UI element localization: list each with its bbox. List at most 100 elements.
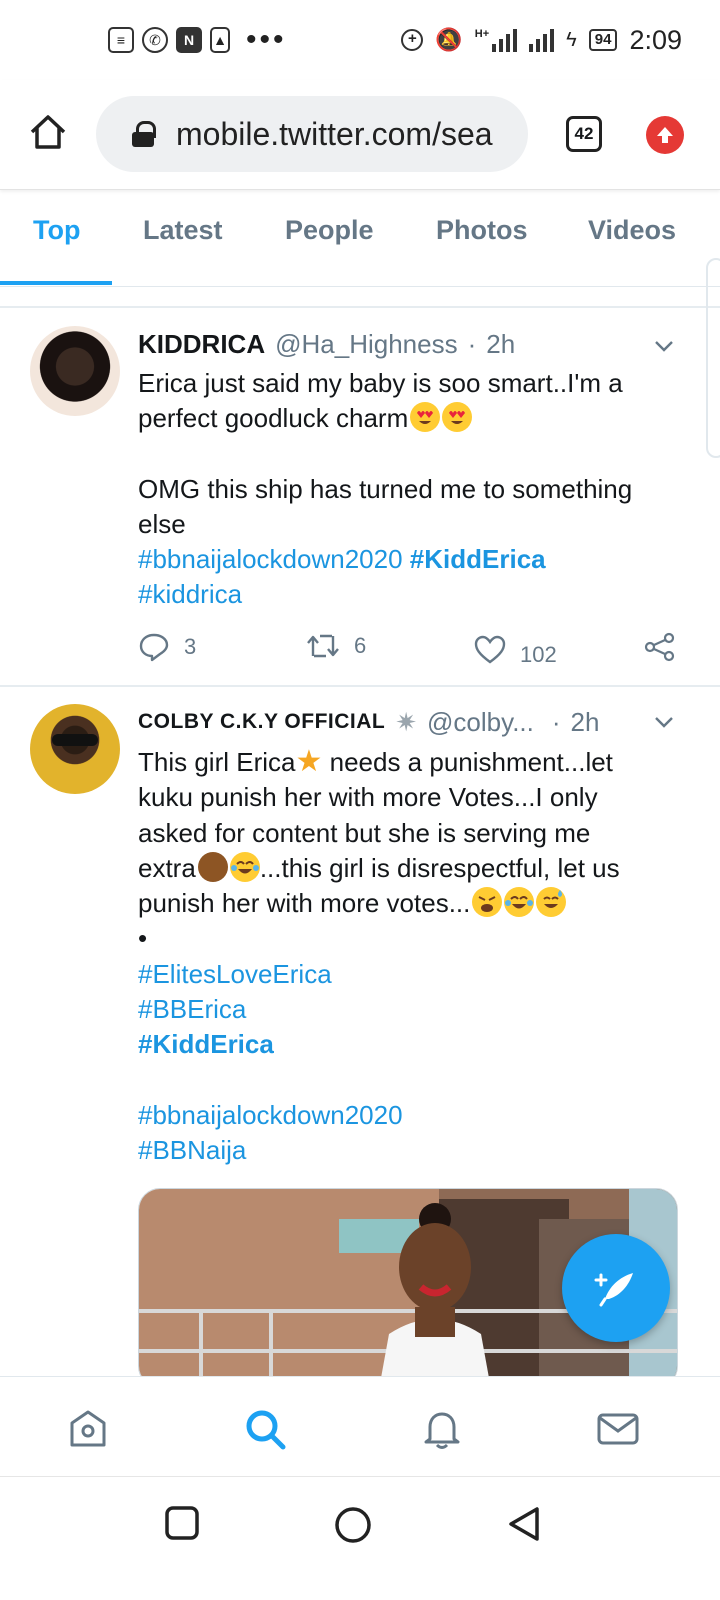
arrow-up-icon bbox=[657, 127, 673, 143]
address-bar[interactable]: mobile.twitter.com/sea bbox=[96, 96, 528, 172]
hashtag-line: #bbnaijalockdown2020 #KiddErica bbox=[138, 542, 668, 577]
divider bbox=[0, 306, 720, 308]
avatar[interactable] bbox=[30, 704, 120, 794]
whatsapp-icon: ✆ bbox=[142, 27, 168, 53]
n-app-icon: N bbox=[176, 27, 202, 53]
tweet-line: This girl Erica bbox=[138, 747, 296, 777]
clock: 2:09 bbox=[629, 24, 682, 55]
avatar[interactable] bbox=[30, 326, 120, 416]
battery-level: 94 bbox=[588, 29, 618, 51]
notifications-icon[interactable] bbox=[420, 1407, 464, 1451]
tears-of-joy-emoji-icon bbox=[229, 851, 260, 882]
search-icon[interactable] bbox=[243, 1407, 287, 1451]
notes-icon: ≡ bbox=[108, 27, 134, 53]
badge-icon: ✷ bbox=[395, 706, 418, 737]
hashtag-link[interactable]: #BBErica bbox=[138, 994, 246, 1024]
browser-toolbar: mobile.twitter.com/sea 42 bbox=[0, 80, 720, 190]
retweet-button[interactable]: 6 bbox=[306, 632, 366, 660]
tab-videos[interactable]: Videos bbox=[588, 215, 676, 246]
messages-icon[interactable] bbox=[596, 1407, 640, 1451]
back-icon[interactable] bbox=[506, 1505, 542, 1543]
alert-icon: ▲ bbox=[210, 27, 230, 53]
home-icon[interactable] bbox=[66, 1407, 110, 1451]
hashtag-link[interactable]: #kiddrica bbox=[138, 579, 242, 609]
weary-emoji-icon bbox=[472, 887, 503, 918]
share-icon bbox=[644, 632, 675, 662]
user-handle[interactable]: @colby... bbox=[427, 707, 534, 738]
search-tabs: Top Latest People Photos Videos bbox=[0, 191, 720, 287]
recents-icon[interactable] bbox=[164, 1505, 200, 1541]
data-saver-icon: + bbox=[401, 29, 424, 51]
tweet-divider bbox=[0, 685, 720, 687]
browser-home-icon[interactable] bbox=[28, 112, 68, 152]
tweet-line-with-emoji: punish her with more votes... bbox=[138, 886, 668, 921]
lock-icon bbox=[132, 121, 156, 147]
tweet-line: needs a punishment...let bbox=[322, 747, 613, 777]
system-navigation-bar bbox=[0, 1476, 720, 1600]
tweet-time[interactable]: 2h bbox=[571, 707, 600, 738]
mute-icon: 🔕 bbox=[435, 27, 463, 52]
hashtag-link[interactable]: #BBNaija bbox=[138, 1135, 246, 1165]
reply-count: 3 bbox=[184, 634, 197, 659]
url-text: mobile.twitter.com/sea bbox=[176, 115, 493, 152]
separator-dot: · bbox=[467, 328, 477, 359]
tweet-line-with-emoji: extra ...this girl is disrespectful, let … bbox=[138, 851, 668, 886]
system-indicators: + 🔕 H+ ϟ 94 2:09 bbox=[401, 25, 682, 56]
facepalm-emoji-icon bbox=[197, 851, 228, 882]
tweet-line: punish her with more votes... bbox=[138, 888, 471, 919]
sweat-smile-emoji-icon bbox=[536, 887, 567, 918]
hashtag-link[interactable]: #bbnaijalockdown2020 bbox=[138, 1100, 403, 1130]
tweet[interactable]: KIDDRICA @Ha_Highness · 2h Erica just sa… bbox=[0, 310, 720, 685]
tweet-line-with-emoji: perfect goodluck charm bbox=[138, 401, 668, 436]
tweet-line: Erica just said my baby is soo smart..I'… bbox=[138, 368, 623, 398]
hashtag-link[interactable]: #KiddErica bbox=[138, 1029, 274, 1059]
tab-switcher-button[interactable]: 42 bbox=[566, 116, 602, 152]
display-name[interactable]: KIDDRICA bbox=[138, 329, 265, 360]
tweet-line: asked for content but she is serving me bbox=[138, 817, 591, 848]
share-button[interactable] bbox=[644, 632, 676, 662]
update-icon[interactable] bbox=[646, 116, 684, 154]
tweet-time[interactable]: 2h bbox=[486, 329, 515, 360]
reply-button[interactable]: 3 bbox=[138, 632, 196, 662]
display-name[interactable]: COLBY C.K.Y OFFICIAL bbox=[138, 710, 385, 734]
tab-latest[interactable]: Latest bbox=[143, 215, 223, 246]
tab-people[interactable]: People bbox=[285, 215, 374, 246]
tab-top[interactable]: Top bbox=[33, 215, 80, 246]
compose-feather-icon bbox=[594, 1273, 633, 1307]
network-type-label: H+ bbox=[474, 28, 490, 40]
more-notifications-indicator: ••• bbox=[246, 23, 287, 56]
separator-dot: · bbox=[551, 706, 561, 737]
user-handle[interactable]: @Ha_Highness bbox=[275, 329, 457, 360]
charging-icon: ϟ bbox=[566, 28, 577, 51]
star-emoji-icon: ★ bbox=[295, 745, 323, 778]
compose-tweet-button[interactable] bbox=[562, 1234, 670, 1342]
bullet: • bbox=[138, 923, 148, 954]
tears-of-joy-emoji-icon bbox=[504, 887, 535, 918]
hashtag-link[interactable]: #bbnaijalockdown2020 bbox=[138, 544, 403, 574]
tweet-line: perfect goodluck charm bbox=[138, 403, 409, 434]
bottom-nav bbox=[0, 1376, 720, 1476]
tweet-header: COLBY C.K.Y OFFICIAL ✷ @colby... · 2h bbox=[138, 705, 684, 739]
tweet-actions: 3 6 102 bbox=[138, 632, 678, 672]
chevron-down-icon[interactable] bbox=[654, 336, 674, 356]
hashtag-link[interactable]: #ElitesLoveErica bbox=[138, 959, 332, 989]
tweet-line: else bbox=[138, 508, 186, 539]
tweet-line: ...this girl is disrespectful, let us bbox=[259, 852, 620, 883]
reply-icon bbox=[139, 633, 169, 662]
active-tab-indicator bbox=[0, 281, 112, 285]
status-bar: ≡ ✆ N ▲ ••• + 🔕 H+ ϟ 94 2:09 bbox=[0, 0, 720, 80]
like-button[interactable]: 102 bbox=[474, 632, 557, 668]
signal-icon: H+ bbox=[474, 28, 518, 52]
heart-eyes-emoji-icon bbox=[410, 402, 441, 433]
tab-photos[interactable]: Photos bbox=[436, 215, 528, 246]
tweet-line-with-emoji: This girl Erica★ needs a punishment...le… bbox=[138, 744, 668, 780]
tweet-text: Erica just said my baby is soo smart..I'… bbox=[138, 366, 668, 613]
home-circle-icon[interactable] bbox=[333, 1505, 373, 1545]
tweet-line: extra bbox=[138, 852, 196, 883]
like-count: 102 bbox=[520, 642, 557, 667]
retweet-count: 6 bbox=[354, 633, 367, 658]
chevron-down-icon[interactable] bbox=[654, 712, 674, 732]
hashtag-link[interactable]: #KiddErica bbox=[410, 544, 546, 574]
